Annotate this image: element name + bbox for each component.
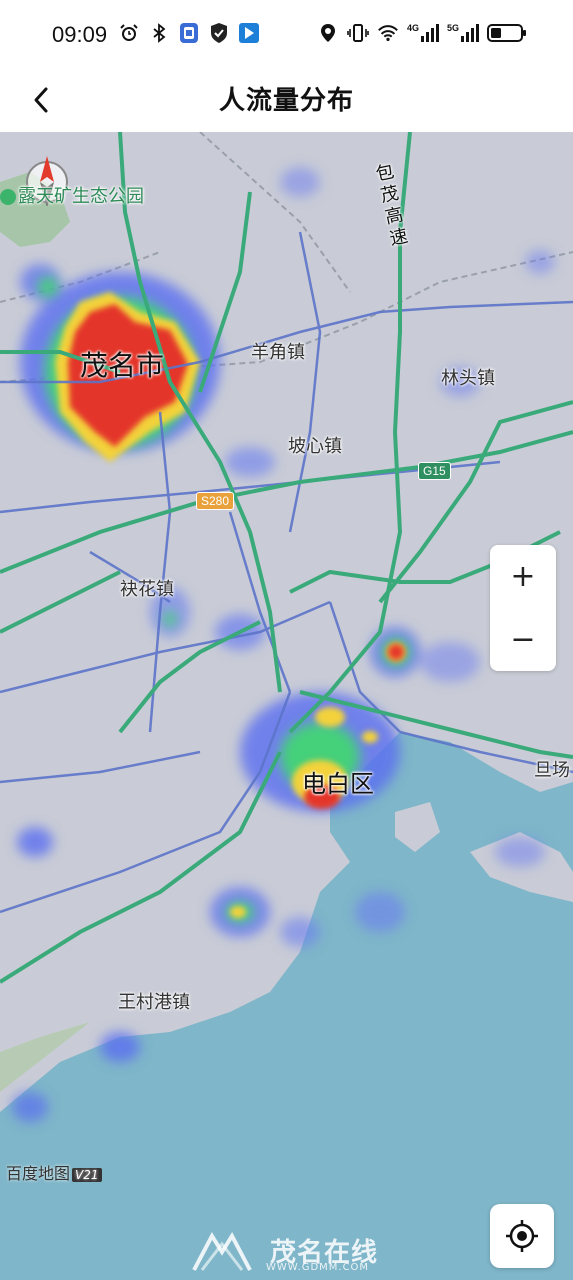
map-label-park: 露天矿生态公园	[0, 182, 144, 208]
zoom-out-button[interactable]: −	[490, 608, 556, 671]
status-icons-left	[118, 22, 260, 44]
status-icons-right: 4G 5G	[317, 22, 527, 44]
shield-notification-icon	[208, 22, 230, 44]
map-attribution: 百度地图 V21	[6, 1160, 102, 1184]
app-notification-icon-2	[238, 22, 260, 44]
map-canvas	[0, 132, 573, 1280]
map-version-badge: V21	[72, 1168, 102, 1182]
location-icon	[317, 22, 339, 44]
net2-text: 5G	[447, 23, 459, 33]
map-label-lintou: 林头镇	[441, 368, 495, 389]
watermark-sub: WWW.GDMM.COM	[266, 1262, 370, 1273]
map-label-fuhua: 袂花镇	[120, 579, 174, 600]
park-poi-icon	[0, 189, 16, 205]
nav-bar: 人流量分布	[0, 70, 573, 132]
zoom-in-button[interactable]: +	[490, 545, 556, 608]
crosshair-icon	[506, 1220, 538, 1252]
wifi-icon	[377, 22, 399, 44]
signal-5g-icon: 5G	[447, 22, 479, 44]
vibrate-icon	[347, 22, 369, 44]
signal-4g-icon: 4G	[407, 22, 439, 44]
bluetooth-icon	[148, 22, 170, 44]
app-notification-icon	[178, 22, 200, 44]
zoom-control: + −	[490, 545, 556, 671]
map-label-wangcungang: 王村港镇	[118, 992, 190, 1013]
map-label-maoming: 茂名市	[80, 349, 165, 382]
map-label-dianbai: 电白区	[302, 770, 374, 798]
status-bar: 09:09 4G 5G	[0, 0, 573, 70]
locate-button[interactable]	[490, 1204, 554, 1268]
status-time: 09:09	[52, 22, 108, 47]
road-shield-g15: G15	[418, 462, 451, 480]
alarm-icon	[118, 22, 140, 44]
heatmap-map[interactable]: 露天矿生态公园 包茂高速 茂名市 羊角镇 林头镇 坡心镇 袂花镇 电白区 旦场 …	[0, 132, 573, 1280]
map-label-poxin: 坡心镇	[288, 436, 342, 457]
road-shield-s280: S280	[196, 492, 235, 510]
map-label-yangjiao: 羊角镇	[251, 342, 305, 363]
map-label-danchang: 旦场	[534, 760, 570, 781]
battery-icon	[487, 22, 527, 44]
page-title: 人流量分布	[218, 86, 354, 116]
net1-text: 4G	[407, 23, 419, 33]
watermark-logo-icon	[192, 1232, 252, 1271]
